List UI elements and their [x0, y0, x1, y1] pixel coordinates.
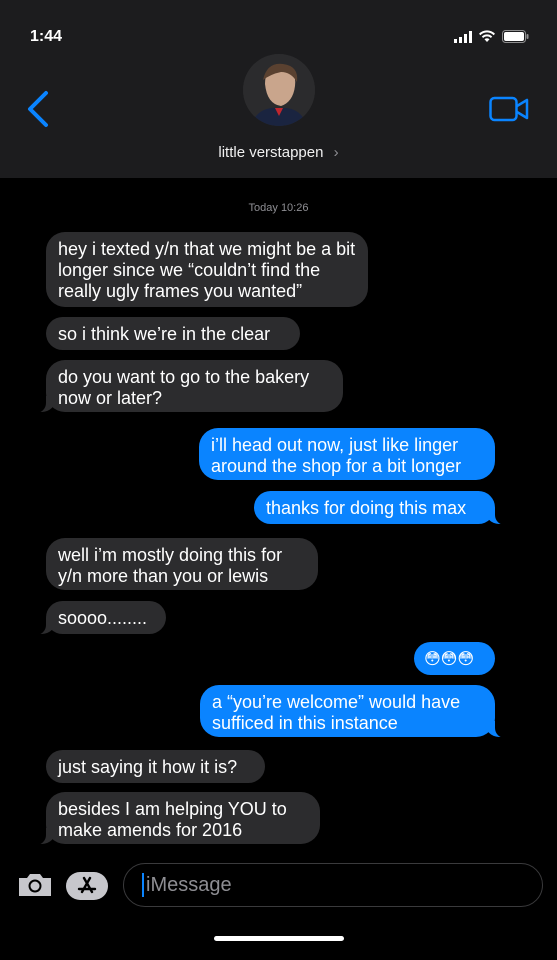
video-call-button[interactable] [489, 96, 529, 127]
message-composer: iMessage [0, 862, 557, 912]
imessage-input[interactable]: iMessage [123, 863, 543, 907]
video-camera-icon [489, 96, 529, 122]
message-bubble-sent[interactable]: a “you’re welcome” would have sufficed i… [200, 685, 509, 738]
contact-name[interactable]: little verstappen › [0, 144, 557, 161]
message-bubble-received[interactable]: do you want to go to the bakery now or l… [32, 360, 343, 413]
chevron-left-icon [28, 91, 48, 127]
contact-name-label: little verstappen [218, 144, 324, 161]
message-bubble-sent[interactable]: thanks for doing this max [254, 491, 509, 525]
message-bubble-received[interactable]: soooo........ [32, 601, 166, 635]
message-bubble-sent[interactable]: 😳😳😳 [414, 642, 495, 675]
status-icons [454, 30, 529, 43]
message-bubble-received[interactable]: besides I am helping YOU to make amends … [32, 792, 320, 845]
apps-button[interactable] [66, 872, 108, 900]
message-bubble-received[interactable]: well i’m mostly doing this for y/n more … [46, 538, 318, 590]
back-button[interactable] [26, 90, 50, 133]
camera-button[interactable] [17, 872, 53, 903]
imessage-placeholder: iMessage [146, 873, 232, 896]
chevron-right-icon: › [333, 144, 339, 161]
home-indicator[interactable] [214, 936, 344, 941]
battery-icon [502, 30, 529, 43]
conversation-timestamp: Today 10:26 [248, 202, 309, 214]
app-store-icon [77, 876, 97, 894]
contact-avatar[interactable] [243, 54, 315, 126]
message-bubble-sent[interactable]: i’ll head out now, just like linger arou… [199, 428, 495, 480]
message-bubble-received[interactable]: so i think we’re in the clear [46, 317, 300, 350]
text-caret [142, 873, 144, 897]
camera-icon [19, 874, 51, 896]
status-time: 1:44 [30, 28, 63, 45]
conversation-header: 1:44 little verstappen › [0, 0, 557, 178]
message-bubble-received[interactable]: just saying it how it is? [46, 750, 265, 783]
message-bubble-received[interactable]: hey i texted y/n that we might be a bit … [46, 232, 368, 307]
signal-icon [454, 30, 472, 43]
wifi-icon [479, 30, 495, 42]
